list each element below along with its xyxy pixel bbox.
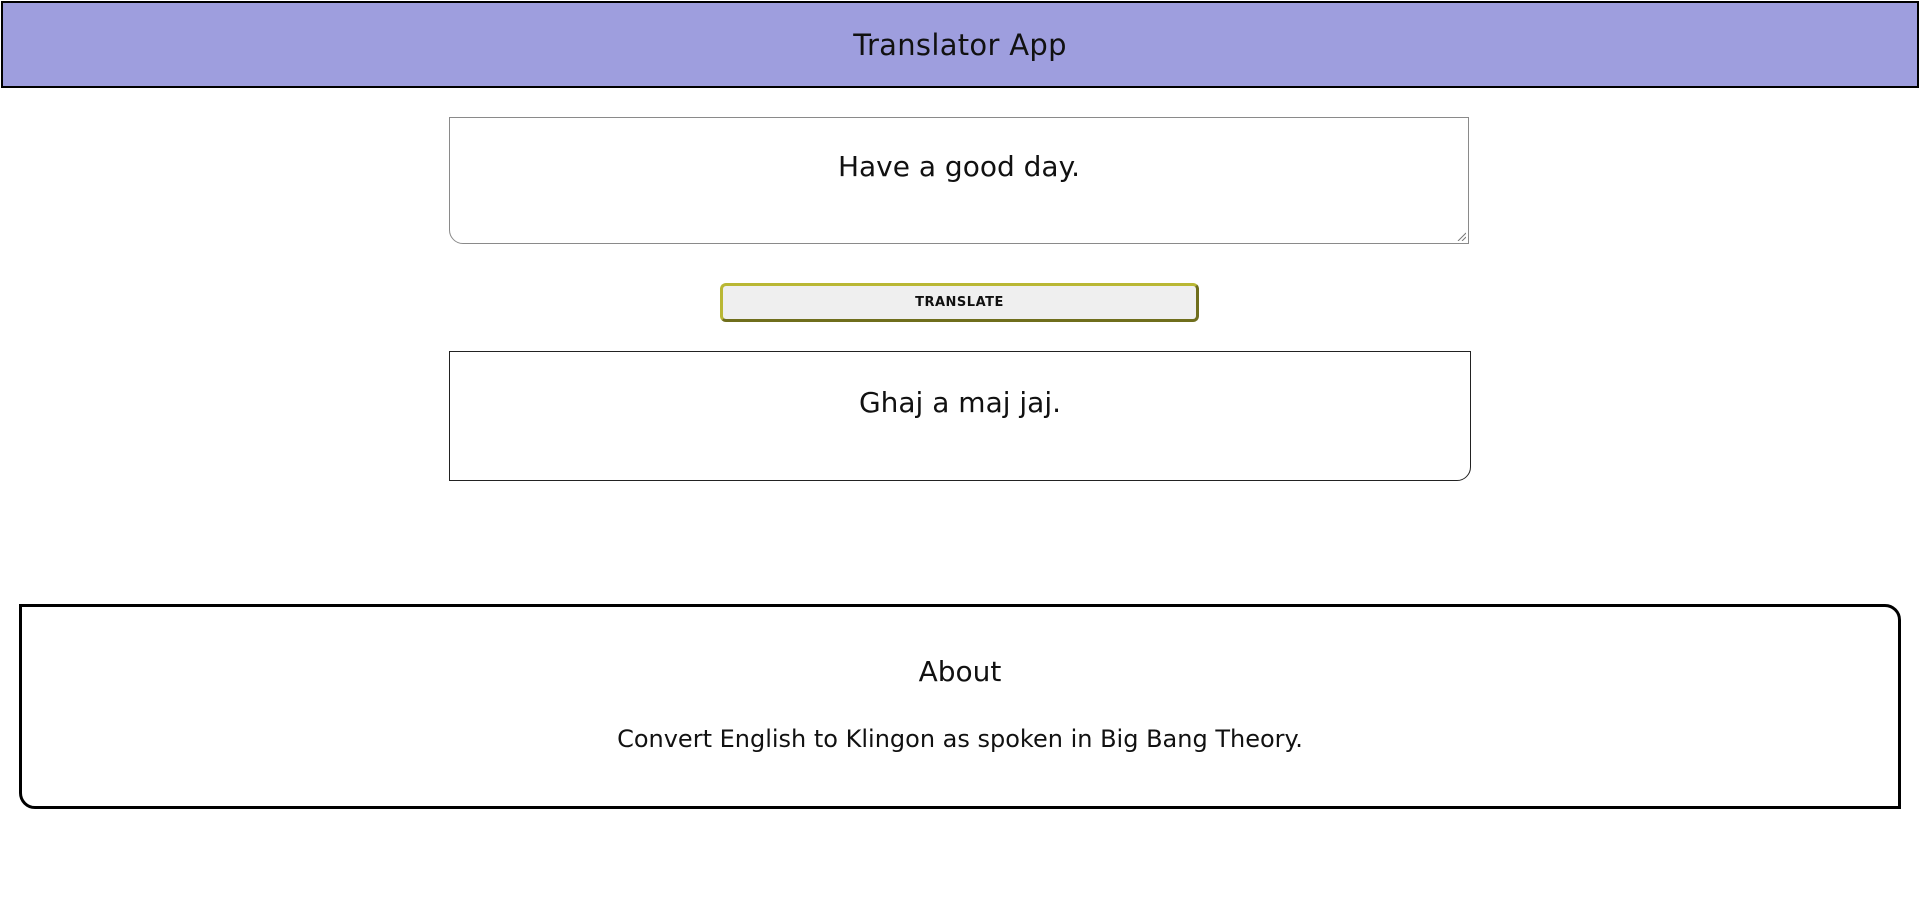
- translate-button[interactable]: TRANSLATE: [720, 283, 1199, 322]
- about-description: Convert English to Klingon as spoken in …: [617, 725, 1303, 753]
- output-text: Ghaj a maj jaj.: [858, 386, 1062, 419]
- about-heading: About: [918, 655, 1002, 688]
- input-text: Have a good day.: [837, 150, 1081, 183]
- app-header: Translator App: [1, 1, 1919, 88]
- app-title: Translator App: [853, 27, 1067, 62]
- translate-button-label: TRANSLATE: [915, 295, 1004, 310]
- input-textarea[interactable]: Have a good day.: [449, 117, 1469, 244]
- about-section: About Convert English to Klingon as spok…: [19, 604, 1901, 809]
- output-box: Ghaj a maj jaj.: [449, 351, 1471, 481]
- resize-handle-icon[interactable]: [1456, 231, 1466, 241]
